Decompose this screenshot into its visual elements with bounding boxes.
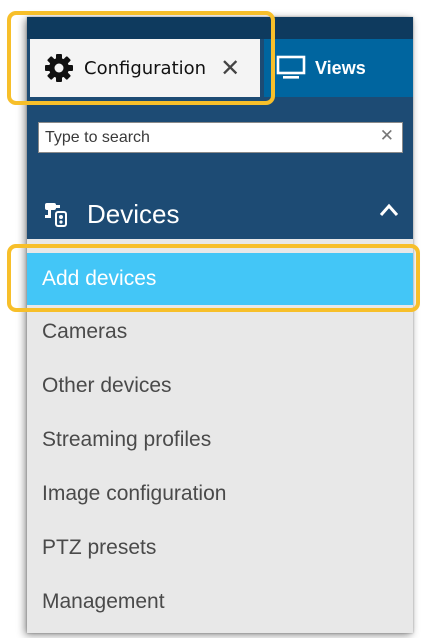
close-icon[interactable]: ✕ bbox=[220, 56, 240, 80]
search-box: ✕ bbox=[38, 122, 403, 153]
devices-icon bbox=[45, 203, 67, 227]
menu-item-add-devices[interactable]: Add devices bbox=[27, 253, 413, 305]
menu-item-image-configuration[interactable]: Image configuration bbox=[27, 467, 413, 521]
menu-item-cameras[interactable]: Cameras bbox=[27, 305, 413, 359]
title-strip bbox=[27, 17, 413, 39]
gear-icon bbox=[45, 54, 73, 82]
menu-item-streaming-profiles[interactable]: Streaming profiles bbox=[27, 413, 413, 467]
search-input[interactable] bbox=[45, 128, 365, 147]
menu-item-management[interactable]: Management bbox=[27, 575, 413, 629]
tab-views-label: Views bbox=[315, 57, 366, 78]
close-icon[interactable]: ✕ bbox=[380, 126, 394, 146]
monitor-icon bbox=[276, 55, 306, 79]
tab-configuration-label: Configuration bbox=[84, 57, 207, 79]
tab-views[interactable]: Views bbox=[264, 39, 413, 97]
device-menu: Add devices Cameras Other devices Stream… bbox=[27, 252, 413, 629]
section-devices[interactable]: Devices bbox=[27, 189, 413, 239]
section-devices-label: Devices bbox=[87, 198, 180, 229]
chevron-up-icon[interactable] bbox=[379, 203, 399, 217]
tab-configuration[interactable]: Configuration ✕ bbox=[30, 39, 260, 97]
menu-item-ptz-presets[interactable]: PTZ presets bbox=[27, 521, 413, 575]
menu-item-other-devices[interactable]: Other devices bbox=[27, 359, 413, 413]
app-window: Configuration ✕ Views ✕ Devices bbox=[27, 17, 413, 633]
